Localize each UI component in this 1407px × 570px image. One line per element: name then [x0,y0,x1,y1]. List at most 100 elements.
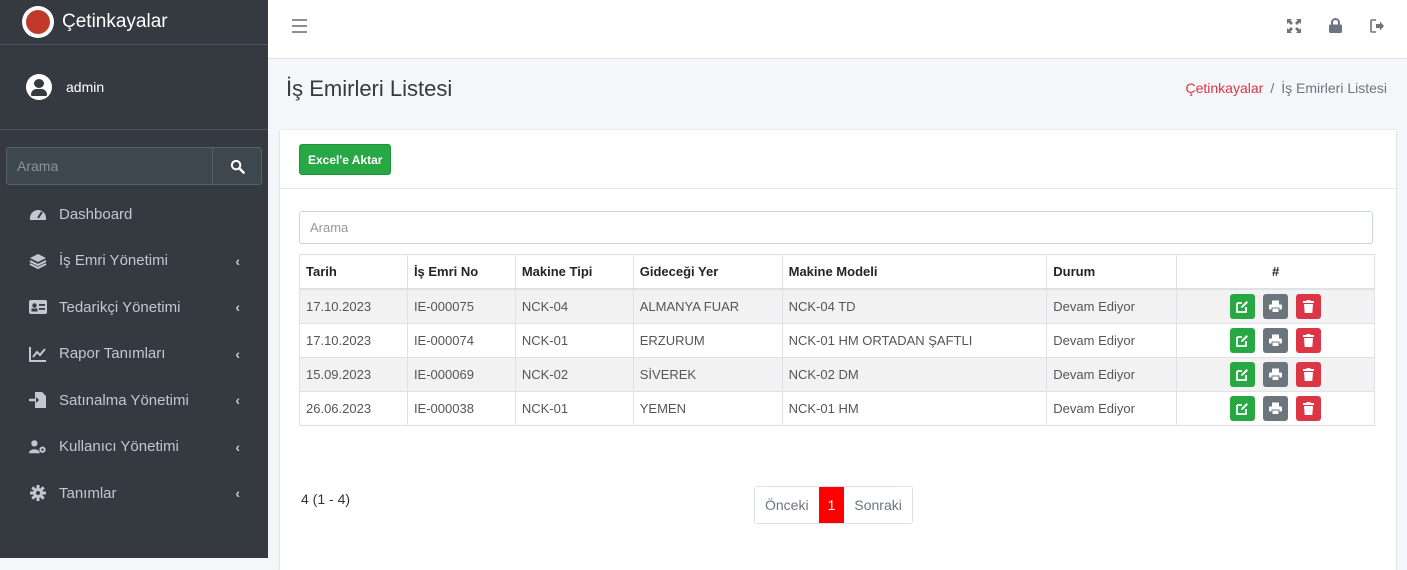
print-button[interactable] [1263,396,1289,421]
breadcrumb-separator: / [1270,80,1275,96]
cell-tarih: 17.10.2023 [299,288,408,324]
cell-durum: Devam Ediyor [1046,357,1178,392]
table-search-input[interactable] [299,211,1373,244]
file-import-icon [29,391,47,409]
cell-durum: Devam Ediyor [1046,323,1178,358]
edit-button[interactable] [1230,362,1256,387]
cell-makine-modeli: NCK-04 TD [781,288,1048,324]
breadcrumb: Çetinkayalar / İş Emirleri Listesi [1185,80,1387,96]
sidebar-nav: Dashboard İş Emri Yönetimi ‹ Tedarikçi Y… [0,191,268,517]
user-name: admin [66,79,105,95]
content-header: İş Emirleri Listesi Çetinkayalar / İş Emir… [286,70,1387,110]
cell-makine-tipi: NCK-04 [514,288,634,324]
topbar-actions [1287,18,1385,36]
print-button[interactable] [1263,294,1289,319]
cell-gidecegi-yer: ALMANYA FUAR [632,288,783,324]
sidebar-item-tanimlar[interactable]: Tanımlar ‹ [0,470,268,517]
user-avatar-icon [26,74,52,100]
brand[interactable]: Çetinkayalar [0,0,268,45]
export-excel-button[interactable]: Excel'e Aktar [299,144,392,175]
column-header-gidecegi-yer[interactable]: Gideceği Yer [632,254,783,290]
lock-icon[interactable] [1329,18,1342,36]
edit-icon [1236,335,1249,347]
cell-makine-modeli: NCK-01 HM ORTADAN ŞAFTLI [781,323,1048,358]
sidebar-item-is-emri[interactable]: İş Emri Yönetimi ‹ [0,238,268,285]
cell-is-emri-no: IE-000074 [406,323,516,358]
sidebar-item-label: Tanımlar [59,484,117,502]
pagination-next[interactable]: Sonraki [844,487,912,523]
table-info: 4 (1 - 4) [301,491,351,507]
cell-tarih: 17.10.2023 [299,323,408,358]
table-row: 15.09.2023 IE-000069 NCK-02 SİVEREK NCK-… [299,357,1375,392]
work-orders-table: Tarih İş Emri No Makine Tipi Gideceği Ye… [299,254,1375,426]
sidebar-item-label: Dashboard [59,205,133,223]
user-panel[interactable]: admin [0,45,268,130]
sidebar-search-input[interactable] [6,147,212,185]
chevron-left-icon: ‹ [235,392,240,409]
cell-makine-tipi: NCK-01 [514,323,634,358]
column-header-tarih[interactable]: Tarih [299,254,408,290]
cell-actions [1176,323,1375,358]
print-button[interactable] [1263,362,1289,387]
sidebar-item-label: Rapor Tanımları [59,345,166,363]
pagination-page-current[interactable]: 1 [818,487,845,523]
trash-icon [1302,300,1314,313]
sidebar-item-label: Satınalma Yönetimi [59,391,189,409]
brand-logo [22,6,54,38]
column-header-makine-modeli[interactable]: Makine Modeli [781,254,1048,290]
edit-button[interactable] [1230,396,1256,421]
print-icon [1269,300,1283,313]
delete-button[interactable] [1295,362,1321,387]
sidebar-search-button[interactable] [212,147,262,185]
card-header: Excel'e Aktar [280,130,1396,189]
edit-icon [1236,301,1249,313]
breadcrumb-current: İş Emirleri Listesi [1281,80,1387,96]
sidebar-item-label: Tedarikçi Yönetimi [59,298,181,316]
fullscreen-icon[interactable] [1287,18,1301,36]
edit-icon [1236,403,1249,415]
id-card-icon [29,298,47,316]
brand-name: Çetinkayalar [62,11,168,32]
pagination: Önceki 1 Sonraki [754,486,913,524]
chevron-left-icon: ‹ [235,345,240,362]
trash-icon [1302,368,1314,381]
table-header-row: Tarih İş Emri No Makine Tipi Gideceği Ye… [299,254,1375,290]
cell-is-emri-no: IE-000069 [406,357,516,392]
page-title: İş Emirleri Listesi [286,76,453,101]
edit-button[interactable] [1230,294,1256,319]
chevron-left-icon: ‹ [235,438,240,455]
column-header-actions: # [1176,254,1375,290]
sidebar-item-tedarikci[interactable]: Tedarikçi Yönetimi ‹ [0,284,268,331]
user-cog-icon [29,438,47,456]
dashboard-icon [29,205,47,223]
print-icon [1269,402,1283,415]
chevron-left-icon: ‹ [235,485,240,502]
sidebar-item-kullanici[interactable]: Kullanıcı Yönetimi ‹ [0,424,268,471]
sidebar-item-dashboard[interactable]: Dashboard [0,191,268,238]
print-icon [1269,368,1283,381]
sidebar: Çetinkayalar admin Dashboard İş Emri Yön… [0,0,268,558]
edit-button[interactable] [1230,328,1256,353]
breadcrumb-home-link[interactable]: Çetinkayalar [1185,80,1263,96]
column-header-durum[interactable]: Durum [1046,254,1178,290]
menu-icon[interactable] [292,19,307,37]
table-row: 17.10.2023 IE-000075 NCK-04 ALMANYA FUAR… [299,288,1375,324]
cell-makine-tipi: NCK-02 [514,357,634,392]
sidebar-item-rapor[interactable]: Rapor Tanımları ‹ [0,331,268,378]
pagination-prev[interactable]: Önceki [755,487,819,523]
table-row: 17.10.2023 IE-000074 NCK-01 ERZURUM NCK-… [299,323,1375,358]
logout-icon[interactable] [1370,18,1385,36]
column-header-makine-tipi[interactable]: Makine Tipi [514,254,634,290]
delete-button[interactable] [1295,328,1321,353]
delete-button[interactable] [1295,396,1321,421]
delete-button[interactable] [1295,294,1321,319]
cell-durum: Devam Ediyor [1046,288,1178,324]
column-header-is-emri-no[interactable]: İş Emri No [406,254,516,290]
print-button[interactable] [1263,328,1289,353]
chevron-left-icon: ‹ [235,299,240,316]
search-icon [230,159,245,174]
chart-line-icon [29,345,47,363]
sidebar-item-satinalma[interactable]: Satınalma Yönetimi ‹ [0,377,268,424]
cog-icon [29,484,47,502]
trash-icon [1302,334,1314,347]
